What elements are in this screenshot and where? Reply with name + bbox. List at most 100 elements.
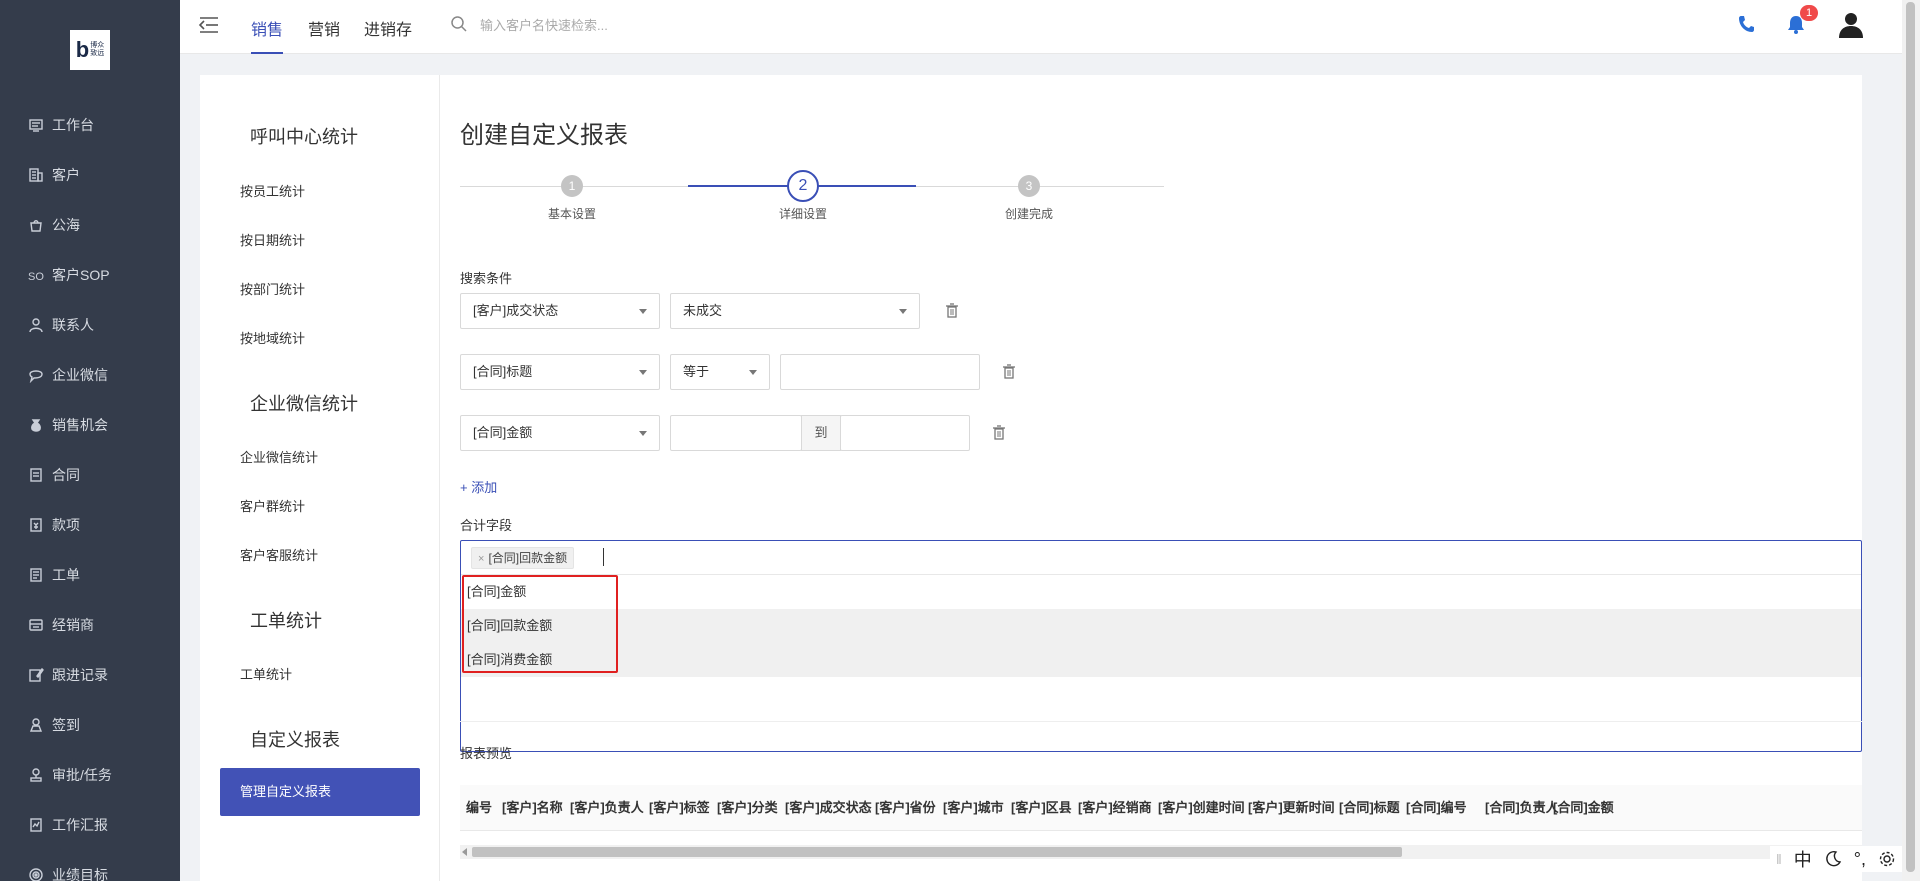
ime-punct[interactable]: °, (1854, 849, 1866, 870)
tab-inventory[interactable]: 进销存 (364, 16, 412, 54)
nav-by-region[interactable]: 按地域统计 (240, 328, 305, 347)
step-3-label: 创建完成 (1004, 207, 1053, 221)
payment-icon (28, 517, 44, 533)
condition-3-field-value: [合同]金额 (473, 425, 533, 440)
condition-3-from-input[interactable] (670, 415, 802, 451)
table-column-header[interactable]: [客户]标签 (649, 785, 710, 830)
group-title-call-center: 呼叫中心统计 (250, 127, 358, 147)
page-scrollbar[interactable] (1902, 0, 1920, 881)
sidebar-item[interactable]: 客户 (0, 150, 180, 200)
report-nav-panel: 呼叫中心统计 按员工统计 按日期统计 按部门统计 按地域统计 企业微信统计 企业… (200, 75, 440, 881)
sidebar-item[interactable]: 业绩目标 (0, 850, 180, 881)
chat-icon (28, 367, 44, 383)
dropdown-option-contract-amount[interactable]: [合同]金额 (461, 575, 1861, 609)
condition-3-to-input[interactable] (840, 415, 970, 451)
dropdown-option-payment-amount[interactable]: [合同]回款金额 (461, 609, 1861, 643)
edit-icon (28, 667, 44, 683)
ime-mode[interactable]: 中 (1794, 846, 1812, 872)
sidebar-item[interactable]: SOP 客户SOP (0, 250, 180, 300)
tab-marketing[interactable]: 营销 (308, 16, 340, 54)
nav-by-date[interactable]: 按日期统计 (240, 230, 305, 249)
table-column-header[interactable]: [合同]编号 (1406, 785, 1467, 830)
sidebar-item[interactable]: 销售机会 (0, 400, 180, 450)
table-column-header[interactable]: [客户]更新时间 (1248, 785, 1335, 830)
nav-by-department[interactable]: 按部门统计 (240, 279, 305, 298)
condition-2-operator-select[interactable]: 等于 (670, 354, 770, 390)
table-column-header[interactable]: [客户]省份 (875, 785, 936, 830)
table-column-header[interactable]: [合同]负责人 (1485, 785, 1559, 830)
table-column-header[interactable]: [客户]分类 (717, 785, 778, 830)
table-column-header[interactable]: [客户]名称 (502, 785, 563, 830)
table-column-header[interactable]: [客户]创建时间 (1158, 785, 1245, 830)
sidebar-item[interactable]: 公海 (0, 200, 180, 250)
tab-sales[interactable]: 销售 (251, 16, 284, 54)
table-column-header[interactable]: [合同]金额 (1553, 785, 1614, 830)
sidebar-item-label: 审批/任务 (52, 767, 112, 783)
sidebar-item[interactable]: 跟进记录 (0, 650, 180, 700)
sidebar-item[interactable]: 款项 (0, 500, 180, 550)
sidebar-item[interactable]: 经销商 (0, 600, 180, 650)
nav-customer-group-stats[interactable]: 客户群统计 (240, 496, 305, 515)
ime-handle-icon[interactable]: ‖ (1776, 851, 1782, 867)
scroll-left-arrow-icon[interactable] (462, 848, 467, 856)
sidebar-item-label: 经销商 (52, 617, 94, 633)
topbar: 销售 营销 进销存 1 (180, 0, 1902, 54)
text-cursor (603, 548, 604, 566)
nav-ticket-stats[interactable]: 工单统计 (240, 664, 292, 683)
dropdown-option-consumption-amount[interactable]: [合同]消费金额 (461, 643, 1861, 677)
sidebar-item[interactable]: 审批/任务 (0, 750, 180, 800)
table-hscrollbar-thumb[interactable] (472, 847, 1402, 857)
tag-remove-icon[interactable]: × (478, 553, 484, 565)
condition-1-value: 未成交 (683, 303, 723, 318)
sidebar-item[interactable]: 联系人 (0, 300, 180, 350)
condition-3-field-select[interactable]: [合同]金额 (460, 415, 660, 451)
user-avatar-icon[interactable] (1836, 10, 1866, 40)
notification-badge: 1 (1800, 5, 1818, 21)
table-column-header[interactable]: [客户]经销商 (1078, 785, 1152, 830)
report-preview-label: 报表预览 (460, 746, 513, 761)
sidebar-item[interactable]: 企业微信 (0, 350, 180, 400)
selected-tag: × [合同]回款金额 (471, 547, 575, 569)
step-2-label: 详细设置 (778, 207, 827, 221)
menu-collapse-icon[interactable] (198, 16, 220, 34)
sidebar-item[interactable]: 工作台 (0, 100, 180, 150)
add-condition-link[interactable]: + 添加 (460, 477, 497, 496)
nav-by-employee[interactable]: 按员工统计 (240, 181, 305, 200)
table-column-header[interactable]: [客户]城市 (943, 785, 1004, 830)
sidebar-item[interactable]: 工单 (0, 550, 180, 600)
sidebar-item[interactable]: 合同 (0, 450, 180, 500)
sidebar-item-label: 工作汇报 (52, 817, 108, 833)
condition-2-value-input[interactable] (780, 354, 980, 390)
nav-manage-custom-report[interactable]: 管理自定义报表 (220, 768, 420, 816)
app-logo[interactable]: b 博众致远 (70, 30, 110, 70)
moon-icon[interactable] (1824, 850, 1842, 868)
sidebar-item[interactable]: 签到 (0, 700, 180, 750)
condition-1-delete-icon[interactable] (945, 303, 959, 319)
sidebar-item-label: 客户 (52, 167, 80, 183)
condition-2-delete-icon[interactable] (1002, 364, 1016, 380)
step-3-dot: 3 (1018, 175, 1040, 197)
table-column-header[interactable]: [客户]区县 (1011, 785, 1072, 830)
moneybag-icon (28, 417, 44, 433)
table-hscrollbar[interactable] (460, 845, 1862, 859)
table-column-header[interactable]: 编号 (466, 785, 492, 830)
table-column-header[interactable]: [客户]成交状态 (785, 785, 872, 830)
condition-3-delete-icon[interactable] (992, 425, 1006, 441)
table-column-header[interactable]: [合同]标题 (1339, 785, 1400, 830)
sidebar-item[interactable]: 工作汇报 (0, 800, 180, 850)
condition-2-field-select[interactable]: [合同]标题 (460, 354, 660, 390)
condition-1-value-select[interactable]: 未成交 (670, 293, 920, 329)
table-column-header[interactable]: [客户]负责人 (570, 785, 644, 830)
condition-2-operator-value: 等于 (683, 364, 710, 379)
sum-field-label: 合计字段 (460, 518, 513, 533)
phone-icon[interactable] (1736, 14, 1756, 34)
nav-customer-service-stats[interactable]: 客户客服统计 (240, 545, 318, 564)
step-line-3 (916, 186, 1164, 187)
sidebar-nav: 工作台客户公海 SOP 客户SOP 联系人企业微信销售机会合同款项工单经销商跟进记录签… (0, 100, 180, 881)
nav-wecom-stats[interactable]: 企业微信统计 (240, 447, 318, 466)
customer-search-input[interactable] (480, 14, 740, 36)
gear-icon[interactable] (1878, 850, 1896, 868)
page-scrollbar-thumb[interactable] (1906, 2, 1915, 872)
condition-1-field-select[interactable]: [客户]成交状态 (460, 293, 660, 329)
sidebar-item-label: 客户SOP (52, 267, 110, 283)
